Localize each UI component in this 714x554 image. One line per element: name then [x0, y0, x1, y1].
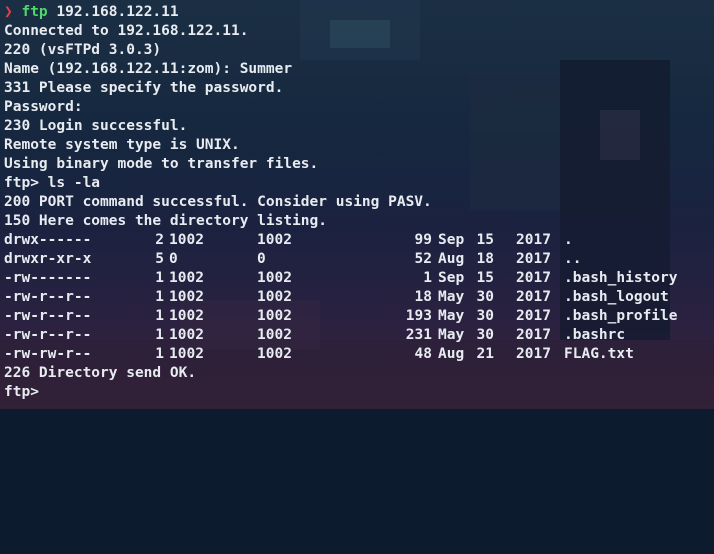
file-name: ..: [564, 251, 582, 267]
listing-row: -rw-rw-r-- 1 1002 1002 48 Aug 21 2017 FL…: [4, 345, 714, 364]
file-month: Aug: [438, 346, 465, 362]
output-line: 226 Directory send OK.: [4, 365, 197, 381]
file-size: 193: [405, 308, 432, 324]
file-name: .bash_history: [564, 270, 678, 286]
file-month: May: [438, 308, 465, 324]
file-year: 2017: [516, 232, 551, 248]
file-group: 1002: [257, 308, 292, 324]
file-owner: 1002: [169, 289, 204, 305]
file-owner: 1002: [169, 346, 204, 362]
link-count: 1: [155, 308, 164, 324]
file-day: 30: [476, 289, 494, 305]
directory-listing: drwx------ 2 1002 1002 99 Sep 15 2017 . …: [4, 231, 714, 364]
link-count: 2: [155, 232, 164, 248]
file-name: .bash_profile: [564, 308, 678, 324]
file-permissions: -rw-r--r--: [4, 327, 92, 343]
file-name: .: [564, 232, 573, 248]
file-owner: 1002: [169, 308, 204, 324]
file-owner: 1002: [169, 327, 204, 343]
file-year: 2017: [516, 327, 551, 343]
listing-row: drwxr-xr-x 5 0 0 52 Aug 18 2017 ..: [4, 250, 714, 269]
file-size: 1: [423, 270, 432, 286]
file-year: 2017: [516, 346, 551, 362]
link-count: 5: [155, 251, 164, 267]
file-group: 0: [257, 251, 266, 267]
file-permissions: -rw-------: [4, 270, 92, 286]
command-name: ftp: [21, 4, 48, 20]
file-day: 15: [476, 270, 494, 286]
file-day: 18: [476, 251, 494, 267]
file-group: 1002: [257, 232, 292, 248]
file-size: 48: [414, 346, 432, 362]
file-month: May: [438, 327, 465, 343]
command-argument: 192.168.122.11: [56, 4, 179, 20]
prompt-arrow-icon: ❯: [4, 4, 13, 20]
file-group: 1002: [257, 289, 292, 305]
link-count: 1: [155, 327, 164, 343]
file-day: 21: [476, 346, 494, 362]
terminal-window[interactable]: ❯ ftp 192.168.122.11 Connected to 192.16…: [0, 0, 714, 409]
ftp-command-line: ftp> ls -la: [4, 175, 101, 191]
ftp-prompt[interactable]: ftp>: [4, 383, 714, 402]
file-owner: 0: [169, 251, 178, 267]
output-line: Using binary mode to transfer files.: [4, 156, 319, 172]
file-permissions: drwxr-xr-x: [4, 251, 92, 267]
listing-row: -rw-r--r-- 1 1002 1002 18 May 30 2017 .b…: [4, 288, 714, 307]
file-month: Sep: [438, 270, 465, 286]
file-day: 15: [476, 232, 494, 248]
shell-prompt-line: ❯ ftp 192.168.122.11: [4, 3, 714, 22]
listing-row: -rw-r--r-- 1 1002 1002 231 May 30 2017 .…: [4, 326, 714, 345]
listing-row: -rw-r--r-- 1 1002 1002 193 May 30 2017 .…: [4, 307, 714, 326]
file-group: 1002: [257, 346, 292, 362]
file-permissions: drwx------: [4, 232, 92, 248]
file-owner: 1002: [169, 232, 204, 248]
output-line: 150 Here comes the directory listing.: [4, 213, 328, 229]
output-line: Password:: [4, 99, 83, 115]
file-year: 2017: [516, 289, 551, 305]
file-permissions: -rw-rw-r--: [4, 346, 92, 362]
file-size: 18: [414, 289, 432, 305]
listing-row: -rw------- 1 1002 1002 1 Sep 15 2017 .ba…: [4, 269, 714, 288]
output-line: 220 (vsFTPd 3.0.3): [4, 42, 162, 58]
link-count: 1: [155, 346, 164, 362]
file-permissions: -rw-r--r--: [4, 308, 92, 324]
file-size: 231: [405, 327, 432, 343]
file-size: 99: [414, 232, 432, 248]
output-line: Name (192.168.122.11:zom): Summer: [4, 61, 293, 77]
file-year: 2017: [516, 251, 551, 267]
file-year: 2017: [516, 308, 551, 324]
file-month: Sep: [438, 232, 465, 248]
file-group: 1002: [257, 270, 292, 286]
file-owner: 1002: [169, 270, 204, 286]
file-day: 30: [476, 308, 494, 324]
link-count: 1: [155, 289, 164, 305]
file-month: May: [438, 289, 465, 305]
file-name: .bashrc: [564, 327, 626, 343]
output-line: 331 Please specify the password.: [4, 80, 284, 96]
output-line: Connected to 192.168.122.11.: [4, 23, 249, 39]
file-day: 30: [476, 327, 494, 343]
file-name: .bash_logout: [564, 289, 669, 305]
output-line: Remote system type is UNIX.: [4, 137, 240, 153]
file-size: 52: [414, 251, 432, 267]
link-count: 1: [155, 270, 164, 286]
file-month: Aug: [438, 251, 465, 267]
file-group: 1002: [257, 327, 292, 343]
output-line: 200 PORT command successful. Consider us…: [4, 194, 432, 210]
output-line: 230 Login successful.: [4, 118, 188, 134]
listing-row: drwx------ 2 1002 1002 99 Sep 15 2017 .: [4, 231, 714, 250]
file-year: 2017: [516, 270, 551, 286]
file-name: FLAG.txt: [564, 346, 634, 362]
file-permissions: -rw-r--r--: [4, 289, 92, 305]
